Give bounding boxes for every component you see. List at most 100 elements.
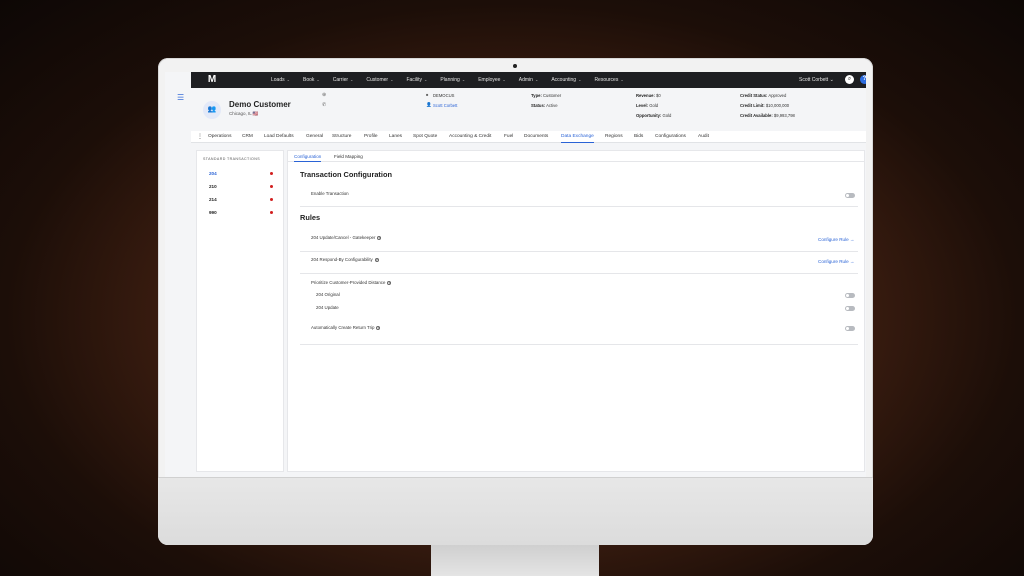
level-value: Gold [649,103,659,108]
help-circle-icon[interactable]: ? [374,257,379,262]
credit-status-label: Credit Status: [740,93,768,98]
tab-operations[interactable]: Operations [208,131,231,143]
credit-available-label: Credit Available: [740,113,773,118]
menu-label: Carrier [332,77,349,83]
rule-label: 204 Respond-By Configurability [311,257,373,262]
level-label: Level: [636,103,649,108]
customer-name: Demo Customer [229,100,291,109]
monitor-frame: ☰ M Loads ⌄ Book ⌄ Carrier ⌄ Customer ⌄ Faci… [158,58,873,545]
kebab-icon[interactable]: ⋮ [197,134,203,140]
transaction-214[interactable]: 214 [209,197,217,202]
chevron-down-icon: ⌄ [502,77,506,82]
tab-accounting-credit[interactable]: Accounting & Credit [449,131,491,143]
transaction-210[interactable]: 210 [209,184,217,189]
alert-dot [270,185,273,188]
divider [300,344,858,345]
customer-header: 👥 Demo Customer Chicago, IL 🇺🇸 ⊕ ✆ ■ DEM… [191,90,866,130]
menu-label: Planning [440,77,460,83]
divider [300,206,858,207]
rule-return-trip: Automatically Create Return Trip? [311,325,381,330]
tab-configuration[interactable]: Configuration [294,151,322,162]
enable-transaction-label: Enable Transaction [311,191,349,196]
help-circle-icon[interactable]: ? [387,280,392,285]
menu-carrier[interactable]: Carrier ⌄ [333,77,354,83]
enable-transaction-toggle[interactable] [845,193,855,198]
tab-general[interactable]: General [306,131,323,143]
tab-crm[interactable]: CRM [242,131,253,143]
rule-label: Automatically Create Return Trip [311,325,375,330]
help-circle-icon[interactable]: ? [376,325,381,330]
tab-lanes[interactable]: Lanes [389,131,402,143]
level-field: Level: Gold [636,103,658,108]
menu-admin[interactable]: Admin ⌄ [519,77,539,83]
menu-resources[interactable]: Resources ⌄ [594,77,623,83]
tab-regions[interactable]: Regions [605,131,623,143]
opportunity-label: Opportunity: [636,113,662,118]
chevron-down-icon: ⌄ [424,77,428,82]
menu-label: Book [302,77,315,83]
rule-label: 204 Update/Cancel - Gatekeeper [311,235,376,240]
rule-204-update-toggle[interactable] [845,306,855,311]
app-screen: ☰ M Loads ⌄ Book ⌄ Carrier ⌄ Customer ⌄ Faci… [165,72,866,477]
logo-icon[interactable]: M [206,74,218,86]
chevron-down-icon: ⌄ [286,77,290,82]
alert-dot [270,172,273,175]
config-subtabs: Configuration Field Mapping [288,151,864,162]
rule-204-original-toggle[interactable] [845,293,855,298]
revenue-value: $0 [656,93,661,98]
transaction-990[interactable]: 990 [209,210,217,215]
menu-book[interactable]: Book ⌄ [303,77,320,83]
return-trip-toggle[interactable] [845,326,855,331]
credit-available-value: $9,993,798 [773,113,795,118]
type-value: Customer [543,93,562,98]
alert-dot [270,211,273,214]
help-circle-icon[interactable]: ? [377,235,382,240]
monitor-stand [431,545,599,576]
help-icon[interactable]: ? [860,75,866,84]
credit-limit-label: Credit Limit: [740,103,765,108]
tab-bids[interactable]: Bids [634,131,643,143]
chevron-down-icon: ⌄ [829,77,834,83]
status-value: Active [546,103,558,108]
tab-load-defaults[interactable]: Load Defaults [264,131,294,143]
transaction-config-title: Transaction Configuration [300,170,392,179]
tab-fuel[interactable]: Fuel [504,131,513,143]
opportunity-field: Opportunity: Gold [636,113,671,118]
globe-icon[interactable]: ⊕ [322,92,326,98]
tab-configurations[interactable]: Configurations [655,131,686,143]
configure-rule-respond-by-link[interactable]: Configure Rule → [818,259,855,264]
transaction-204[interactable]: 204 [209,171,217,176]
alert-dot [270,198,273,201]
tab-field-mapping[interactable]: Field Mapping [334,151,363,162]
revenue-field: Revenue: $0 [636,93,661,98]
tab-structure[interactable]: Structure [332,131,351,143]
menu-loads[interactable]: Loads ⌄ [271,77,290,83]
credit-status-value: Approved [768,93,787,98]
configure-rule-gatekeeper-link[interactable]: Configure Rule → [818,237,855,242]
divider [300,273,858,274]
tab-data-exchange[interactable]: Data Exchange [561,131,594,143]
customer-code: DEMOCUS [433,93,455,98]
menu-planning[interactable]: Planning ⌄ [440,77,465,83]
phone-icon[interactable]: ✆ [322,102,326,108]
tab-profile[interactable]: Profile [364,131,378,143]
rule-respond-by: 204 Respond-By Configurability? [311,257,379,262]
opportunity-value: Gold [662,113,672,118]
tab-spot-quote[interactable]: Spot Quote [413,131,437,143]
hamburger-icon[interactable]: ☰ [177,94,184,102]
menu-customer[interactable]: Customer ⌄ [366,77,393,83]
menu-employee[interactable]: Employee ⌄ [478,77,506,83]
rule-gatekeeper: 204 Update/Cancel - Gatekeeper? [311,235,382,240]
tab-documents[interactable]: Documents [524,131,548,143]
status-field: Status: Active [531,103,558,108]
transactions-panel: STANDARD TRANSACTIONS 204 210 214 990 [196,150,284,472]
menu-facility[interactable]: Facility ⌄ [406,77,427,83]
credit-limit-value: $10,000,000 [765,103,790,108]
user-menu[interactable]: Scott Corbett ⌄ [799,72,834,88]
menu-accounting[interactable]: Accounting ⌄ [551,77,581,83]
search-icon[interactable]: ⌕ [845,75,854,84]
chevron-down-icon: ⌄ [461,77,466,82]
rep-link[interactable]: Scott Corbett [433,103,457,108]
tab-audit[interactable]: Audit [698,131,709,143]
menu-label: Facility [406,77,422,83]
